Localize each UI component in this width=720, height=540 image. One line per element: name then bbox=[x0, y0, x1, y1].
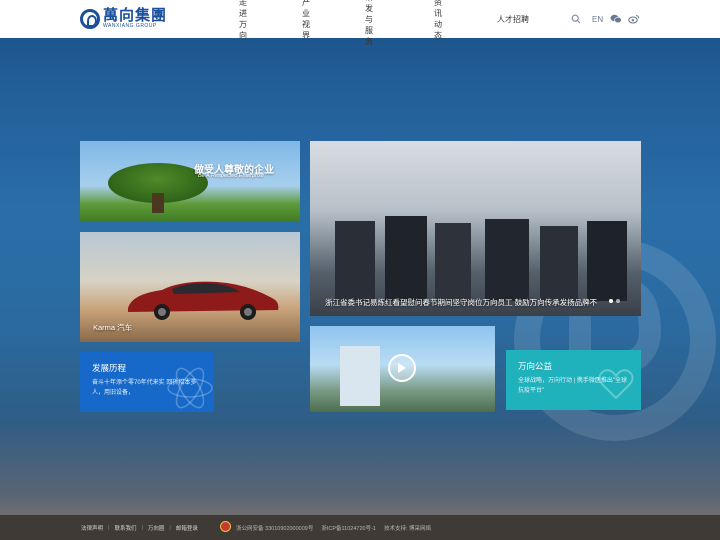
logo-name-en: WANXIANG GROUP bbox=[103, 23, 157, 29]
nav-item-about[interactable]: 走进万向 bbox=[239, 0, 247, 41]
history-title: 发展历程 bbox=[92, 363, 127, 373]
police-badge-icon bbox=[220, 521, 231, 532]
police-record[interactable]: 浙公网安备 33010902000009号 bbox=[236, 524, 313, 532]
news-caption: 浙江省委书记易炼红看望慰问春节期间坚守岗位万向员工 鼓励万向传承发扬品牌不 bbox=[325, 298, 598, 307]
footer-link-legal[interactable]: 法律声明 bbox=[81, 524, 103, 532]
charity-card[interactable]: 万向公益 全球战略，万向行动 | 携手微医推出"全球抗疫平台" bbox=[506, 350, 641, 410]
nav-item-rnd[interactable]: 研发与服务 bbox=[365, 0, 373, 47]
footer-link-contact[interactable]: 联系我们 bbox=[114, 524, 136, 532]
enterprise-banner[interactable]: 做受人尊敬的企业 Be A Respected Enterprise bbox=[80, 141, 300, 222]
logo-icon bbox=[80, 8, 100, 29]
footer-info: 浙公网安备 33010902000009号 浙ICP备11024720号-1 技… bbox=[236, 524, 439, 532]
footer-link-circle[interactable]: 万向圈 bbox=[148, 524, 165, 532]
charity-text: 全球战略，万向行动 | 携手微医推出"全球抗疫平台" bbox=[518, 378, 628, 394]
slider-dots bbox=[606, 299, 620, 303]
history-card[interactable]: 发展历程 奋斗十年添个零70年代来实 回折招本多人，用旧设备， bbox=[80, 352, 214, 412]
nav-item-news[interactable]: 资讯动态 bbox=[434, 0, 442, 41]
karma-banner[interactable]: Karma 汽车 bbox=[80, 232, 300, 342]
language-switch[interactable]: EN bbox=[592, 15, 603, 24]
logo-name-cn: 萬向集團 bbox=[103, 6, 168, 24]
footer-link-mail[interactable]: 邮箱登录 bbox=[176, 524, 198, 532]
icp-record[interactable]: 浙ICP备11024720号-1 bbox=[321, 524, 376, 532]
video-tile[interactable] bbox=[310, 326, 495, 412]
slider-dot[interactable] bbox=[616, 299, 620, 303]
nav-item-industry[interactable]: 产业视界 bbox=[302, 0, 310, 41]
slider-dot[interactable] bbox=[609, 299, 613, 303]
site-header: 萬向集團 WANXIANG GROUP 走进万向 产业视界 研发与服务 资讯动态… bbox=[0, 0, 720, 46]
tech-support: 技术支持: 博采网络 bbox=[383, 525, 432, 532]
header-tools: EN bbox=[570, 12, 640, 26]
history-text: 奋斗十年添个零70年代来实 回折招本多人，用旧设备， bbox=[92, 380, 197, 396]
news-slider[interactable]: 浙江省委书记易炼红看望慰问春节期间坚守岗位万向员工 鼓励万向传承发扬品牌不 bbox=[310, 141, 641, 316]
karma-label: Karma 汽车 bbox=[93, 323, 133, 332]
search-icon[interactable] bbox=[570, 13, 582, 25]
footer-links: 法律声明 | 联系我们 | 万向圈 | 邮箱登录 bbox=[81, 524, 198, 532]
charity-title: 万向公益 bbox=[518, 361, 553, 371]
play-icon[interactable] bbox=[388, 354, 416, 382]
site-footer: 法律声明 | 联系我们 | 万向圈 | 邮箱登录 浙公网安备 330109020… bbox=[0, 515, 720, 540]
wechat-icon[interactable] bbox=[610, 13, 622, 25]
nav-item-careers[interactable]: 人才招聘 bbox=[497, 14, 529, 25]
news-photo bbox=[335, 216, 627, 301]
building-image bbox=[340, 346, 380, 406]
weibo-icon[interactable] bbox=[628, 13, 640, 25]
brand-logo[interactable]: 萬向集團 WANXIANG GROUP bbox=[80, 8, 167, 29]
enterprise-subtitle: Be A Respected Enterprise bbox=[198, 173, 264, 179]
car-image bbox=[128, 281, 279, 320]
